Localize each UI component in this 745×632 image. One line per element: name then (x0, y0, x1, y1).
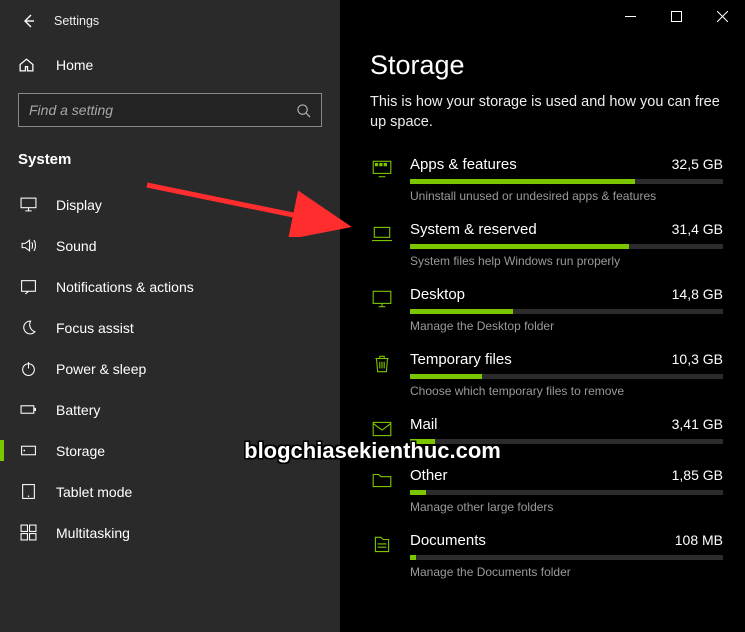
apps-icon (370, 158, 394, 182)
nav-item-tablet[interactable]: Tablet mode (0, 471, 340, 512)
nav-item-power[interactable]: Power & sleep (0, 348, 340, 389)
storage-subtext: Manage the Desktop folder (410, 319, 723, 333)
content-pane: Storage This is how your storage is used… (340, 0, 745, 632)
power-icon (18, 360, 38, 377)
storage-item-documents[interactable]: Documents 108 MB Manage the Documents fold… (370, 524, 723, 589)
minimize-button[interactable] (607, 0, 653, 32)
home-icon (18, 56, 38, 73)
window-controls (607, 0, 745, 32)
storage-icon (18, 442, 38, 459)
sound-icon (18, 237, 38, 254)
storage-list: Apps & features 32,5 GB Uninstall unused o… (370, 148, 723, 589)
storage-name: Documents (410, 532, 486, 549)
storage-size: 31,4 GB (672, 221, 723, 237)
multitask-icon (18, 524, 38, 541)
storage-bar (410, 179, 723, 184)
sidebar: Settings Home System Display Sound Notific… (0, 0, 340, 632)
storage-bar (410, 309, 723, 314)
notifications-icon (18, 278, 38, 295)
titlebar: Settings (0, 0, 340, 36)
storage-bar (410, 555, 723, 560)
battery-icon (18, 401, 38, 418)
storage-item-folder[interactable]: Other 1,85 GB Manage other large folders (370, 459, 723, 524)
storage-bar (410, 244, 723, 249)
storage-bar (410, 490, 723, 495)
storage-item-trash[interactable]: Temporary files 10,3 GB Choose which tempo… (370, 343, 723, 408)
storage-size: 10,3 GB (672, 351, 723, 367)
storage-size: 14,8 GB (672, 286, 723, 302)
storage-size: 32,5 GB (672, 156, 723, 172)
storage-subtext: Manage other large folders (410, 500, 723, 514)
storage-bar (410, 374, 723, 379)
nav-item-sound[interactable]: Sound (0, 225, 340, 266)
back-button[interactable] (14, 7, 42, 35)
storage-name: Mail (410, 416, 438, 433)
page-title: Storage (370, 50, 723, 81)
tablet-icon (18, 483, 38, 500)
search-icon (296, 103, 311, 118)
storage-name: Desktop (410, 286, 465, 303)
close-button[interactable] (699, 0, 745, 32)
storage-bar (410, 439, 723, 444)
nav-item-moon[interactable]: Focus assist (0, 307, 340, 348)
nav-item-label: Tablet mode (56, 484, 132, 500)
nav-item-multitask[interactable]: Multitasking (0, 512, 340, 553)
storage-item-desktop[interactable]: Desktop 14,8 GB Manage the Desktop folder (370, 278, 723, 343)
storage-item-apps[interactable]: Apps & features 32,5 GB Uninstall unused o… (370, 148, 723, 213)
nav-item-label: Multitasking (56, 525, 130, 541)
nav-item-label: Notifications & actions (56, 279, 194, 295)
nav-item-label: Sound (56, 238, 96, 254)
mail-icon (370, 418, 394, 442)
moon-icon (18, 319, 38, 336)
storage-item-laptop[interactable]: System & reserved 31,4 GB System files hel… (370, 213, 723, 278)
storage-name: Temporary files (410, 351, 512, 368)
maximize-button[interactable] (653, 0, 699, 32)
storage-size: 1,85 GB (672, 467, 723, 483)
storage-name: Other (410, 467, 448, 484)
nav-item-storage[interactable]: Storage (0, 430, 340, 471)
storage-name: System & reserved (410, 221, 537, 238)
nav-item-battery[interactable]: Battery (0, 389, 340, 430)
storage-subtext: Choose which temporary files to remove (410, 384, 723, 398)
folder-icon (370, 469, 394, 493)
storage-size: 108 MB (675, 532, 723, 548)
storage-subtext: System files help Windows run properly (410, 254, 723, 268)
storage-subtext: Manage the Documents folder (410, 565, 723, 579)
storage-size: 3,41 GB (672, 416, 723, 432)
section-label: System (0, 137, 340, 176)
trash-icon (370, 353, 394, 377)
laptop-icon (370, 223, 394, 247)
nav-item-label: Storage (56, 443, 105, 459)
nav-list: Display Sound Notifications & actions Focus… (0, 184, 340, 553)
nav-item-display[interactable]: Display (0, 184, 340, 225)
display-icon (18, 196, 38, 213)
search-box[interactable] (18, 93, 322, 127)
nav-item-label: Battery (56, 402, 100, 418)
page-description: This is how your storage is used and how… (370, 93, 723, 132)
nav-item-label: Display (56, 197, 102, 213)
window-title: Settings (54, 14, 99, 28)
nav-item-label: Power & sleep (56, 361, 146, 377)
nav-home-label: Home (56, 57, 93, 73)
search-input[interactable] (29, 102, 296, 118)
storage-item-mail[interactable]: Mail 3,41 GB (370, 408, 723, 459)
storage-name: Apps & features (410, 156, 517, 173)
nav-home[interactable]: Home (0, 46, 340, 83)
nav-item-label: Focus assist (56, 320, 134, 336)
documents-icon (370, 534, 394, 558)
desktop-icon (370, 288, 394, 312)
storage-subtext: Uninstall unused or undesired apps & fea… (410, 189, 723, 203)
nav-item-notifications[interactable]: Notifications & actions (0, 266, 340, 307)
